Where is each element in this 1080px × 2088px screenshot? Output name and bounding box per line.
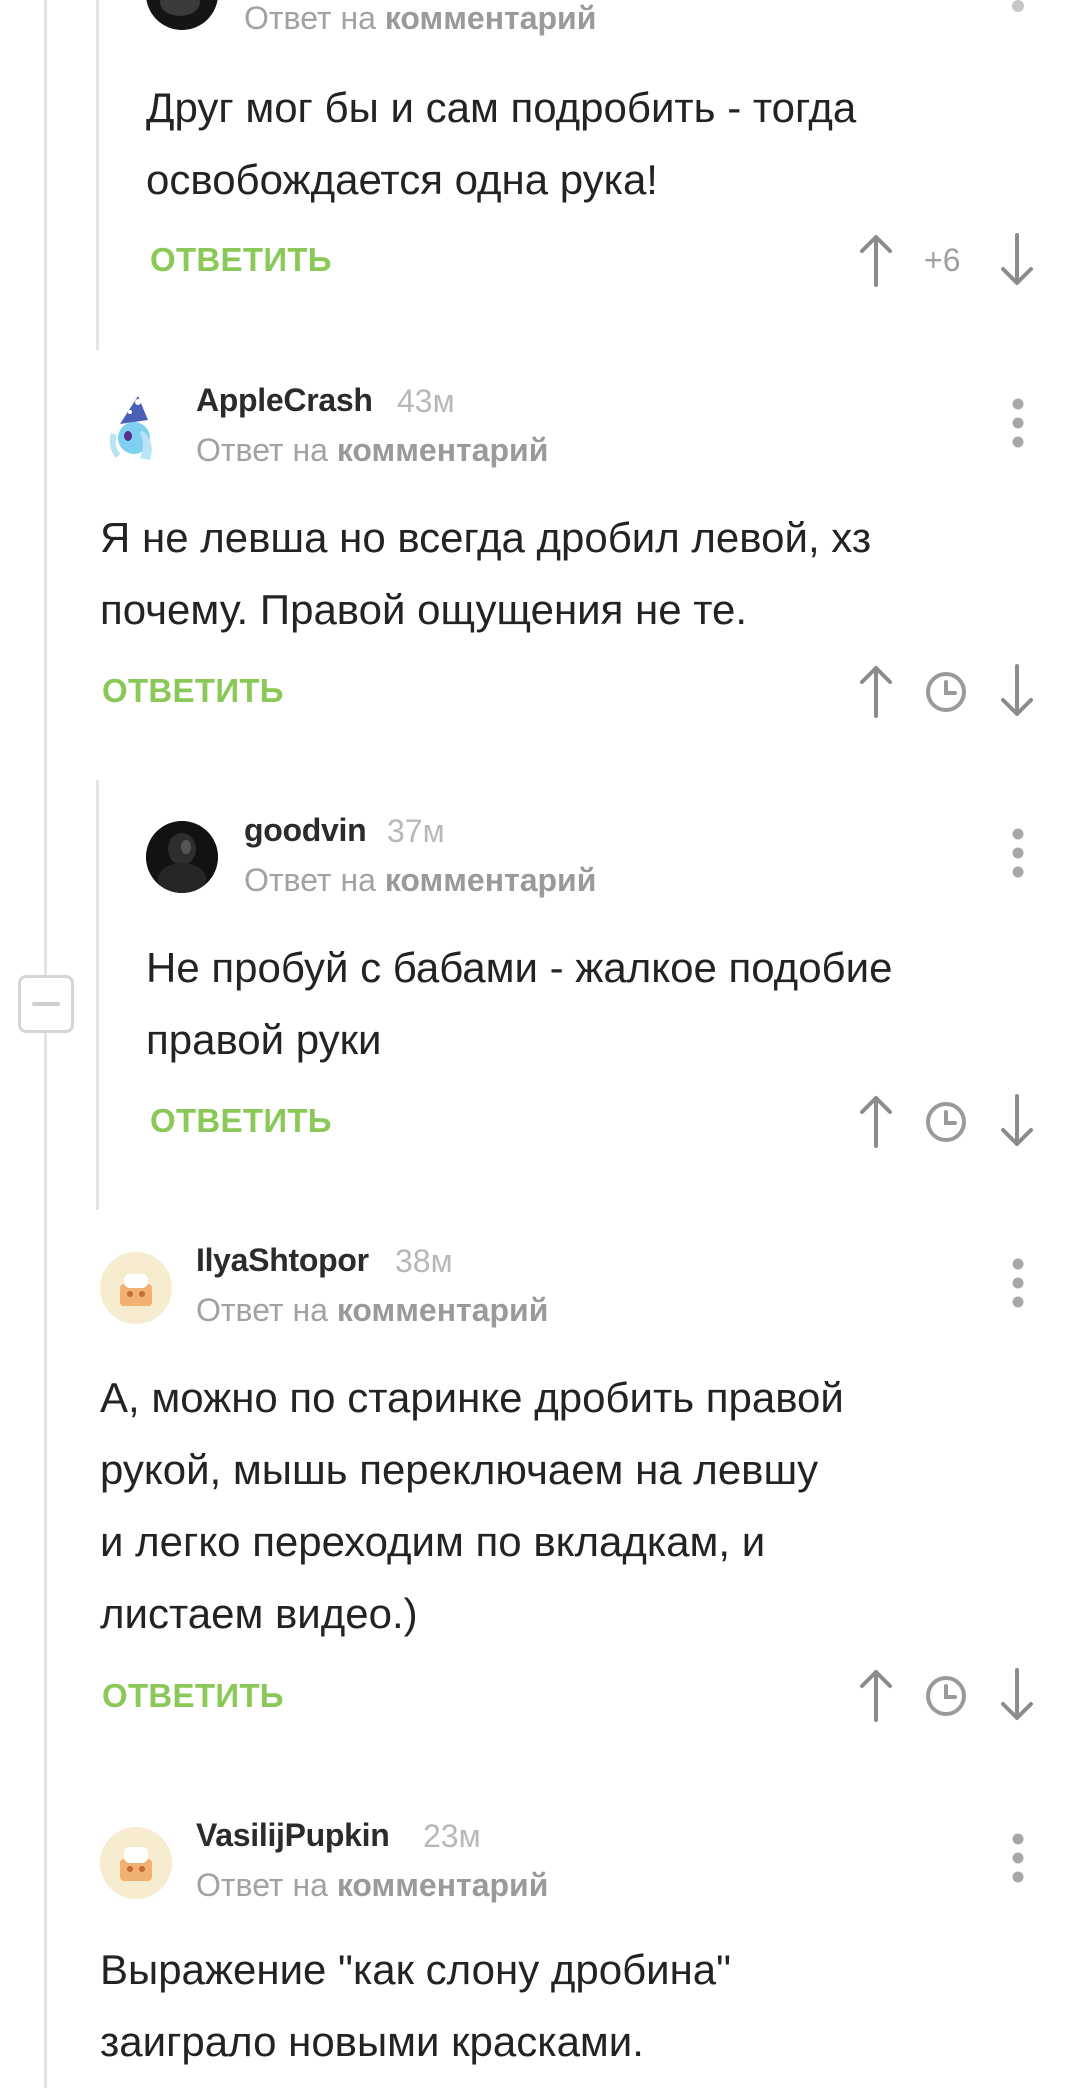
reply-to-link[interactable]: комментарий [385,0,597,36]
avatar[interactable] [100,1827,172,1899]
more-menu-button[interactable] [1006,828,1030,878]
comment-time: 37м [387,813,445,849]
arrow-down-icon[interactable] [999,1668,1035,1727]
username[interactable]: AppleCrash [196,382,373,419]
reply-to-link[interactable]: комментарий [337,432,549,468]
comment-score: +6 [924,242,961,278]
reply-button[interactable]: ОТВЕТИТЬ [102,1677,284,1715]
reply-button[interactable]: ОТВЕТИТЬ [150,1102,332,1140]
reply-to-label: Ответ на [244,862,376,898]
arrow-up-icon[interactable] [858,1668,894,1727]
reply-to-link[interactable]: комментарий [337,1292,549,1328]
username[interactable]: IlyaShtopor [196,1242,369,1279]
comment-time: 43м [397,383,455,419]
more-menu-button[interactable] [1006,1833,1030,1883]
clock-icon [925,1675,967,1722]
comment-text: А, можно по старинке дробить правой руко… [100,1374,844,1637]
clock-icon [925,1101,967,1148]
comment-time: 23м [423,1818,481,1854]
comment-text: Не пробуй с бабами - жалкое подобие прав… [146,944,893,1063]
reply-to-label: Ответ на [196,1867,328,1903]
comment-text: Выражение "как слону дробина" заиграло н… [100,1946,732,2065]
comment-time: 38м [395,1243,453,1279]
more-menu-button[interactable] [1006,398,1030,448]
username[interactable]: VasilijPupkin [196,1817,390,1854]
comment-text: Я не левша но всегда дробил левой, хз по… [100,514,872,633]
reply-to-label: Ответ на [244,0,376,36]
reply-to-link[interactable]: комментарий [337,1867,549,1903]
reply-to-label: Ответ на [196,432,328,468]
more-menu-button[interactable] [1006,0,1030,20]
reply-to-line: Ответ на комментарий [244,0,596,37]
collapse-minus-icon [32,1002,60,1006]
arrow-down-icon[interactable] [999,233,1035,292]
arrow-down-icon[interactable] [999,664,1035,723]
comment-text: Друг мог бы и сам подробить - тогда осво… [146,84,857,203]
reply-to-line: Ответ на комментарий [196,432,548,469]
avatar[interactable] [100,1252,172,1324]
reply-to-link[interactable]: комментарий [385,862,597,898]
reply-button[interactable]: ОТВЕТИТЬ [150,241,332,279]
arrow-down-icon[interactable] [999,1094,1035,1153]
reply-to-line: Ответ на комментарий [244,862,596,899]
avatar[interactable] [146,0,218,30]
thread-line-nested-1 [96,0,99,350]
username[interactable]: goodvin [244,812,367,849]
avatar[interactable] [146,821,218,893]
avatar[interactable] [100,394,172,466]
more-menu-button[interactable] [1006,1258,1030,1308]
reply-button[interactable]: ОТВЕТИТЬ [102,672,284,710]
arrow-up-icon[interactable] [858,1094,894,1153]
collapse-thread-button[interactable] [18,975,74,1033]
arrow-up-icon[interactable] [858,664,894,723]
thread-line-outer [44,0,47,2088]
reply-to-line: Ответ на комментарий [196,1292,548,1329]
clock-icon [925,671,967,718]
reply-to-label: Ответ на [196,1292,328,1328]
thread-line-nested-2 [96,780,99,1210]
arrow-up-icon[interactable] [858,233,894,292]
reply-to-line: Ответ на комментарий [196,1867,548,1904]
